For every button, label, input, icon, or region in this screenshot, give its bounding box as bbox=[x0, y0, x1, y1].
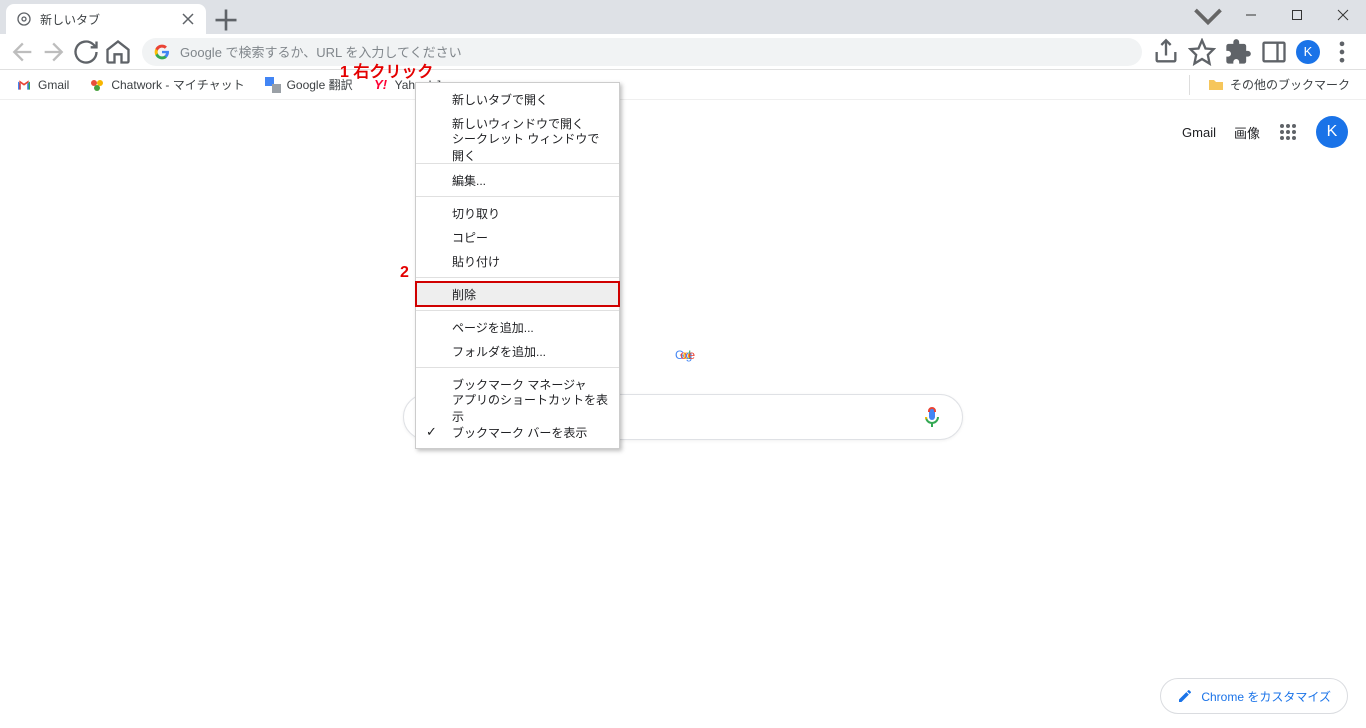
images-link[interactable]: 画像 bbox=[1234, 123, 1260, 142]
context-menu: 新しいタブで開く 新しいウィンドウで開く シークレット ウィンドウで開く 編集.… bbox=[415, 82, 620, 449]
chatwork-icon bbox=[89, 77, 105, 93]
pencil-icon bbox=[1177, 688, 1193, 704]
chrome-favicon bbox=[16, 11, 32, 27]
menu-button[interactable] bbox=[1328, 38, 1356, 66]
profile-avatar[interactable]: K bbox=[1296, 40, 1320, 64]
apps-menu-icon[interactable] bbox=[1278, 122, 1298, 142]
close-icon[interactable] bbox=[180, 11, 196, 27]
ctx-add-page[interactable]: ページを追加... bbox=[416, 315, 619, 339]
ctx-cut[interactable]: 切り取り bbox=[416, 201, 619, 225]
close-window-button[interactable] bbox=[1320, 0, 1366, 30]
gmail-link[interactable]: Gmail bbox=[1182, 125, 1216, 140]
customize-button[interactable]: Chrome をカスタマイズ bbox=[1160, 678, 1348, 714]
tab-strip: 新しいタブ bbox=[0, 0, 1366, 34]
side-panel-button[interactable] bbox=[1260, 38, 1288, 66]
maximize-button[interactable] bbox=[1274, 0, 1320, 30]
ctx-edit[interactable]: 編集... bbox=[416, 168, 619, 192]
browser-tab[interactable]: 新しいタブ bbox=[6, 4, 206, 34]
bookmarks-bar: Gmail Chatwork - マイチャット Google 翻訳 Y! Yah… bbox=[0, 70, 1366, 100]
toolbar: Google で検索するか、URL を入力してください K bbox=[0, 34, 1366, 70]
bookmark-chatwork[interactable]: Chatwork - マイチャット bbox=[83, 73, 250, 96]
omnibox[interactable]: Google で検索するか、URL を入力してください bbox=[142, 38, 1142, 66]
window-controls bbox=[1188, 0, 1366, 30]
folder-icon bbox=[1208, 77, 1224, 93]
forward-button[interactable] bbox=[40, 38, 68, 66]
header-links: Gmail 画像 K bbox=[1182, 116, 1348, 148]
reload-button[interactable] bbox=[72, 38, 100, 66]
ctx-show-app-shortcuts[interactable]: アプリのショートカットを表示 bbox=[416, 396, 619, 420]
bookmark-star-button[interactable] bbox=[1188, 38, 1216, 66]
ctx-copy[interactable]: コピー bbox=[416, 225, 619, 249]
gmail-icon bbox=[16, 77, 32, 93]
ctx-open-new-tab[interactable]: 新しいタブで開く bbox=[416, 87, 619, 111]
back-button[interactable] bbox=[8, 38, 36, 66]
new-tab-button[interactable] bbox=[212, 6, 240, 34]
translate-icon bbox=[265, 77, 281, 93]
bookmark-other-folder[interactable]: その他のブックマーク bbox=[1202, 73, 1356, 96]
page-content: Gmail 画像 K Google RL を入力 Chrome をカスタマイズ bbox=[0, 100, 1366, 728]
ctx-paste[interactable]: 貼り付け bbox=[416, 249, 619, 273]
ctx-open-incognito[interactable]: シークレット ウィンドウで開く bbox=[416, 135, 619, 159]
ctx-show-bookmarks-bar[interactable]: ✓ブックマーク バーを表示 bbox=[416, 420, 619, 444]
mic-icon[interactable] bbox=[920, 405, 944, 429]
bookmark-separator bbox=[1189, 75, 1190, 95]
home-button[interactable] bbox=[104, 38, 132, 66]
google-icon bbox=[154, 44, 170, 60]
check-icon: ✓ bbox=[426, 424, 437, 440]
tab-search-button[interactable] bbox=[1188, 0, 1228, 30]
bookmark-gmail[interactable]: Gmail bbox=[10, 74, 75, 96]
tab-title: 新しいタブ bbox=[40, 11, 180, 28]
extensions-button[interactable] bbox=[1224, 38, 1252, 66]
share-button[interactable] bbox=[1152, 38, 1180, 66]
ctx-add-folder[interactable]: フォルダを追加... bbox=[416, 339, 619, 363]
annotation-1: 1 右クリック bbox=[340, 58, 433, 82]
google-logo: Google bbox=[675, 278, 691, 381]
minimize-button[interactable] bbox=[1228, 0, 1274, 30]
account-avatar[interactable]: K bbox=[1316, 116, 1348, 148]
ctx-delete[interactable]: 削除 bbox=[416, 282, 619, 306]
annotation-2: 2 bbox=[400, 264, 409, 282]
